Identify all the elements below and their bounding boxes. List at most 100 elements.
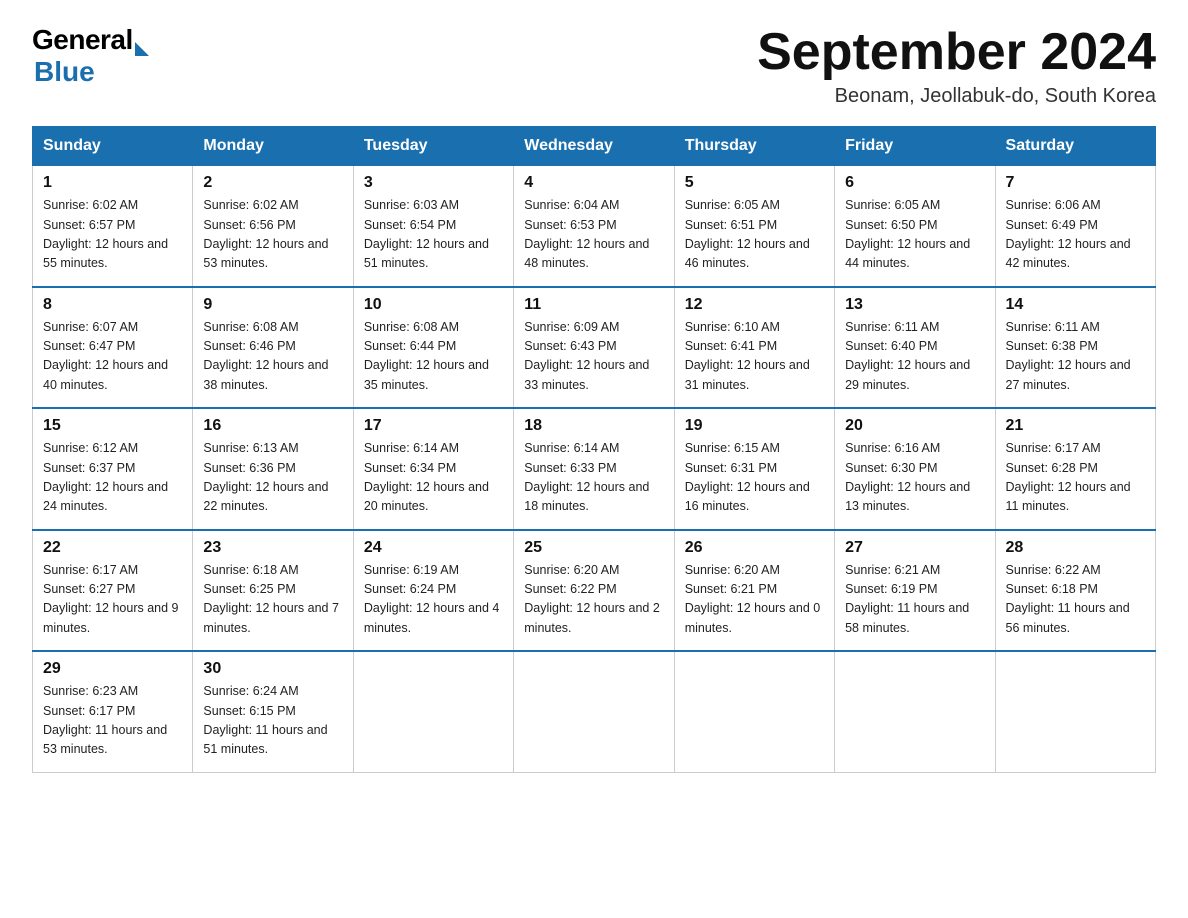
day-number: 21 [1006,417,1145,435]
calendar-cell: 9 Sunrise: 6:08 AMSunset: 6:46 PMDayligh… [193,287,353,409]
calendar-body: 1 Sunrise: 6:02 AMSunset: 6:57 PMDayligh… [33,166,1156,773]
day-number: 9 [203,296,342,314]
day-number: 29 [43,660,182,678]
day-number: 6 [845,174,984,192]
day-number: 30 [203,660,342,678]
calendar-cell: 12 Sunrise: 6:10 AMSunset: 6:41 PMDaylig… [674,287,834,409]
day-info: Sunrise: 6:15 AMSunset: 6:31 PMDaylight:… [685,439,824,517]
calendar-cell: 24 Sunrise: 6:19 AMSunset: 6:24 PMDaylig… [353,530,513,652]
day-info: Sunrise: 6:08 AMSunset: 6:46 PMDaylight:… [203,318,342,396]
calendar-cell: 4 Sunrise: 6:04 AMSunset: 6:53 PMDayligh… [514,166,674,287]
calendar-cell: 21 Sunrise: 6:17 AMSunset: 6:28 PMDaylig… [995,408,1155,530]
calendar-title: September 2024 [757,24,1156,81]
day-number: 5 [685,174,824,192]
day-info: Sunrise: 6:07 AMSunset: 6:47 PMDaylight:… [43,318,182,396]
day-info: Sunrise: 6:04 AMSunset: 6:53 PMDaylight:… [524,196,663,274]
calendar-cell: 17 Sunrise: 6:14 AMSunset: 6:34 PMDaylig… [353,408,513,530]
day-number: 10 [364,296,503,314]
day-info: Sunrise: 6:22 AMSunset: 6:18 PMDaylight:… [1006,561,1145,639]
day-number: 19 [685,417,824,435]
day-number: 14 [1006,296,1145,314]
calendar-week-row: 29 Sunrise: 6:23 AMSunset: 6:17 PMDaylig… [33,651,1156,772]
page-header: General Blue September 2024 Beonam, Jeol… [32,24,1156,108]
day-number: 16 [203,417,342,435]
day-info: Sunrise: 6:05 AMSunset: 6:50 PMDaylight:… [845,196,984,274]
day-info: Sunrise: 6:24 AMSunset: 6:15 PMDaylight:… [203,682,342,760]
day-info: Sunrise: 6:11 AMSunset: 6:40 PMDaylight:… [845,318,984,396]
calendar-cell [674,651,834,772]
calendar-cell: 18 Sunrise: 6:14 AMSunset: 6:33 PMDaylig… [514,408,674,530]
day-number: 12 [685,296,824,314]
calendar-cell [514,651,674,772]
day-info: Sunrise: 6:21 AMSunset: 6:19 PMDaylight:… [845,561,984,639]
day-number: 3 [364,174,503,192]
day-number: 26 [685,539,824,557]
calendar-cell: 26 Sunrise: 6:20 AMSunset: 6:21 PMDaylig… [674,530,834,652]
calendar-cell: 7 Sunrise: 6:06 AMSunset: 6:49 PMDayligh… [995,166,1155,287]
day-info: Sunrise: 6:08 AMSunset: 6:44 PMDaylight:… [364,318,503,396]
day-info: Sunrise: 6:02 AMSunset: 6:57 PMDaylight:… [43,196,182,274]
calendar-cell: 25 Sunrise: 6:20 AMSunset: 6:22 PMDaylig… [514,530,674,652]
day-number: 23 [203,539,342,557]
weekday-header-friday: Friday [835,127,995,166]
day-number: 13 [845,296,984,314]
day-info: Sunrise: 6:09 AMSunset: 6:43 PMDaylight:… [524,318,663,396]
calendar-cell: 30 Sunrise: 6:24 AMSunset: 6:15 PMDaylig… [193,651,353,772]
weekday-row: SundayMondayTuesdayWednesdayThursdayFrid… [33,127,1156,166]
calendar-cell: 14 Sunrise: 6:11 AMSunset: 6:38 PMDaylig… [995,287,1155,409]
calendar-cell: 15 Sunrise: 6:12 AMSunset: 6:37 PMDaylig… [33,408,193,530]
calendar-header: SundayMondayTuesdayWednesdayThursdayFrid… [33,127,1156,166]
calendar-cell: 1 Sunrise: 6:02 AMSunset: 6:57 PMDayligh… [33,166,193,287]
weekday-header-saturday: Saturday [995,127,1155,166]
day-info: Sunrise: 6:14 AMSunset: 6:33 PMDaylight:… [524,439,663,517]
calendar-cell: 19 Sunrise: 6:15 AMSunset: 6:31 PMDaylig… [674,408,834,530]
calendar-cell: 13 Sunrise: 6:11 AMSunset: 6:40 PMDaylig… [835,287,995,409]
day-number: 4 [524,174,663,192]
day-info: Sunrise: 6:12 AMSunset: 6:37 PMDaylight:… [43,439,182,517]
day-number: 22 [43,539,182,557]
title-block: September 2024 Beonam, Jeollabuk-do, Sou… [757,24,1156,108]
day-number: 17 [364,417,503,435]
calendar-cell: 27 Sunrise: 6:21 AMSunset: 6:19 PMDaylig… [835,530,995,652]
day-info: Sunrise: 6:16 AMSunset: 6:30 PMDaylight:… [845,439,984,517]
logo: General Blue [32,24,149,88]
day-info: Sunrise: 6:13 AMSunset: 6:36 PMDaylight:… [203,439,342,517]
weekday-header-thursday: Thursday [674,127,834,166]
weekday-header-tuesday: Tuesday [353,127,513,166]
weekday-header-wednesday: Wednesday [514,127,674,166]
day-info: Sunrise: 6:20 AMSunset: 6:22 PMDaylight:… [524,561,663,639]
day-info: Sunrise: 6:14 AMSunset: 6:34 PMDaylight:… [364,439,503,517]
day-info: Sunrise: 6:23 AMSunset: 6:17 PMDaylight:… [43,682,182,760]
day-info: Sunrise: 6:17 AMSunset: 6:28 PMDaylight:… [1006,439,1145,517]
day-info: Sunrise: 6:11 AMSunset: 6:38 PMDaylight:… [1006,318,1145,396]
day-info: Sunrise: 6:10 AMSunset: 6:41 PMDaylight:… [685,318,824,396]
day-number: 2 [203,174,342,192]
day-info: Sunrise: 6:03 AMSunset: 6:54 PMDaylight:… [364,196,503,274]
day-number: 25 [524,539,663,557]
day-info: Sunrise: 6:05 AMSunset: 6:51 PMDaylight:… [685,196,824,274]
calendar-week-row: 8 Sunrise: 6:07 AMSunset: 6:47 PMDayligh… [33,287,1156,409]
day-info: Sunrise: 6:18 AMSunset: 6:25 PMDaylight:… [203,561,342,639]
day-number: 24 [364,539,503,557]
day-number: 15 [43,417,182,435]
day-number: 1 [43,174,182,192]
day-info: Sunrise: 6:02 AMSunset: 6:56 PMDaylight:… [203,196,342,274]
day-number: 8 [43,296,182,314]
day-info: Sunrise: 6:20 AMSunset: 6:21 PMDaylight:… [685,561,824,639]
calendar-cell: 11 Sunrise: 6:09 AMSunset: 6:43 PMDaylig… [514,287,674,409]
calendar-cell: 28 Sunrise: 6:22 AMSunset: 6:18 PMDaylig… [995,530,1155,652]
day-info: Sunrise: 6:06 AMSunset: 6:49 PMDaylight:… [1006,196,1145,274]
calendar-cell: 5 Sunrise: 6:05 AMSunset: 6:51 PMDayligh… [674,166,834,287]
day-number: 7 [1006,174,1145,192]
calendar-cell: 16 Sunrise: 6:13 AMSunset: 6:36 PMDaylig… [193,408,353,530]
calendar-cell [353,651,513,772]
day-number: 27 [845,539,984,557]
logo-general-text: General [32,24,133,56]
calendar-cell: 8 Sunrise: 6:07 AMSunset: 6:47 PMDayligh… [33,287,193,409]
calendar-week-row: 15 Sunrise: 6:12 AMSunset: 6:37 PMDaylig… [33,408,1156,530]
calendar-week-row: 22 Sunrise: 6:17 AMSunset: 6:27 PMDaylig… [33,530,1156,652]
calendar-cell [995,651,1155,772]
calendar-cell: 6 Sunrise: 6:05 AMSunset: 6:50 PMDayligh… [835,166,995,287]
calendar-cell: 2 Sunrise: 6:02 AMSunset: 6:56 PMDayligh… [193,166,353,287]
calendar-cell: 20 Sunrise: 6:16 AMSunset: 6:30 PMDaylig… [835,408,995,530]
